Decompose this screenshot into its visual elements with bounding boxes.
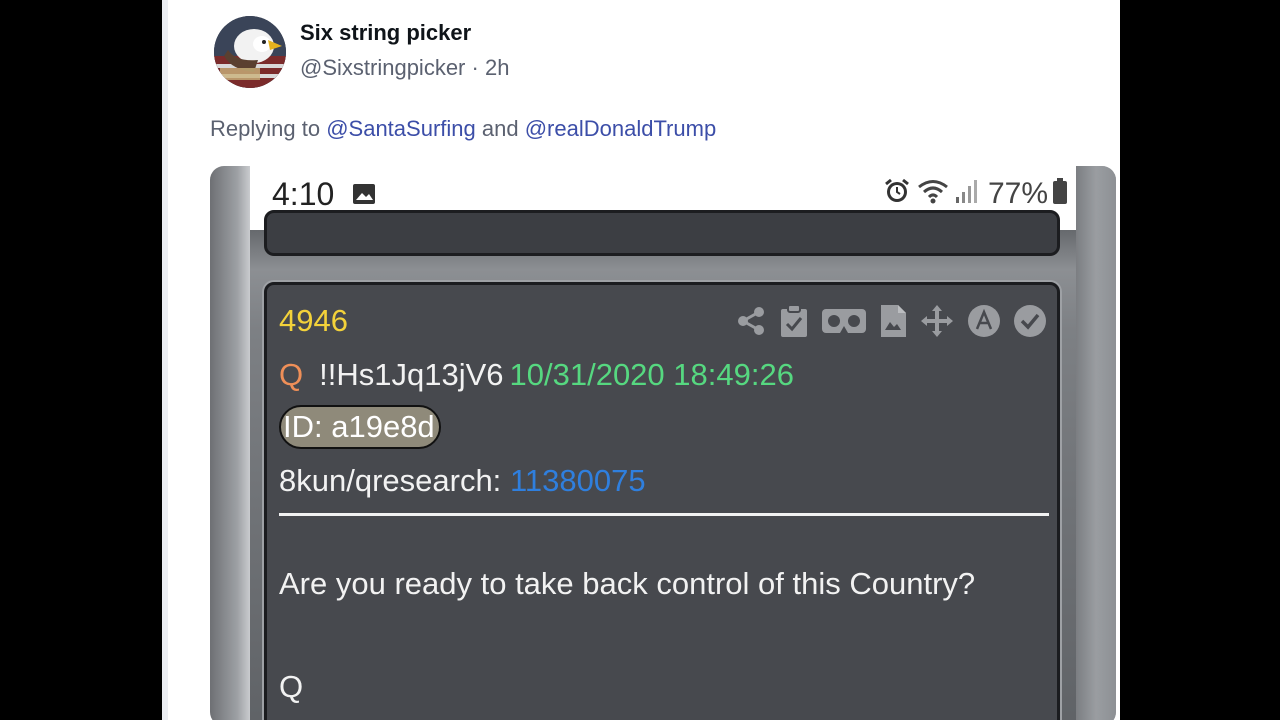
share-icon[interactable]: [735, 305, 767, 337]
drop-actions: [735, 303, 1047, 339]
board-line: 8kun/qresearch: 11380075: [279, 463, 646, 499]
replying-to-line: Replying to @SantaSurfing and @realDonal…: [210, 116, 716, 142]
drop-signature: Q: [279, 669, 304, 704]
attached-screenshot[interactable]: 4:10 77% 4946 Q !!Hs1Jq13jV6 10/31/2020 …: [210, 166, 1116, 720]
author-avatar[interactable]: [214, 16, 286, 88]
drop-timestamp: 10/31/2020 18:49:26: [509, 357, 794, 392]
tripcode: !!Hs1Jq13jV6: [319, 357, 504, 392]
phone-clock: 4:10: [272, 176, 335, 212]
vr-goggles-icon[interactable]: [821, 306, 867, 336]
mention-realdonaldtrump[interactable]: @realDonaldTrump: [525, 116, 716, 141]
author-handle[interactable]: @Sixstringpicker: [300, 55, 465, 80]
battery-icon: [1052, 177, 1068, 210]
previous-drop-card[interactable]: [264, 210, 1060, 256]
poster-id-badge[interactable]: ID: a19e8d: [279, 405, 441, 449]
drop-card[interactable]: 4946 Q !!Hs1Jq13jV6 10/31/2020 18:49:26 …: [264, 282, 1060, 720]
document-icon[interactable]: [879, 304, 907, 338]
drop-author-line: Q !!Hs1Jq13jV6 10/31/2020 18:49:26: [279, 357, 794, 393]
meta-separator: ·: [471, 55, 479, 80]
gallery-icon: [352, 183, 376, 210]
status-right-group: 77%: [882, 176, 1068, 211]
q-label: Q: [279, 357, 304, 392]
qalerts-app-area: 4946 Q !!Hs1Jq13jV6 10/31/2020 18:49:26 …: [250, 210, 1076, 720]
drop-divider: [279, 513, 1049, 516]
replying-and: and: [481, 116, 519, 141]
archive-icon[interactable]: [967, 304, 1001, 338]
post-time[interactable]: 2h: [485, 55, 509, 80]
alarm-icon: [882, 176, 912, 211]
board-name: 8kun/qresearch:: [279, 463, 502, 498]
drop-message: Are you ready to take back control of th…: [279, 566, 976, 601]
tweet-card: Six string picker @Sixstringpicker · 2h …: [162, 0, 1120, 720]
drop-number: 4946: [279, 303, 348, 338]
author-meta: @Sixstringpicker · 2h: [300, 55, 509, 81]
check-circle-icon[interactable]: [1013, 304, 1047, 338]
clipboard-check-icon[interactable]: [779, 304, 809, 338]
author-name[interactable]: Six string picker: [300, 20, 471, 46]
eagle-flag-avatar-icon: [214, 16, 286, 88]
replying-prefix: Replying to: [210, 116, 321, 141]
move-icon[interactable]: [919, 303, 955, 339]
wifi-icon: [916, 176, 950, 211]
signal-icon: [954, 177, 980, 210]
mention-santasurfing[interactable]: @SantaSurfing: [326, 116, 476, 141]
screenshot-right-bezel: [1076, 166, 1116, 720]
board-post-link[interactable]: 11380075: [510, 463, 646, 498]
battery-percent: 77%: [987, 176, 1048, 210]
